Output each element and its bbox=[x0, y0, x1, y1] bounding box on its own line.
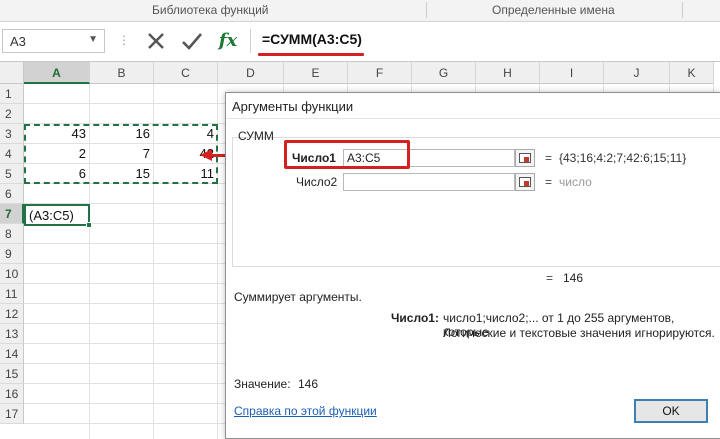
annotation-arrow-head bbox=[200, 149, 212, 161]
ribbon-strip: Библиотека функций Определенные имена bbox=[0, 0, 720, 22]
row-header-4[interactable]: 4 bbox=[0, 144, 24, 164]
enter-formula-button[interactable] bbox=[178, 28, 206, 54]
column-header-d[interactable]: D bbox=[218, 62, 284, 84]
total-result: 146 bbox=[563, 271, 584, 285]
row-header-7[interactable]: 7 bbox=[0, 204, 24, 224]
arg1-highlight-annotation bbox=[284, 140, 410, 169]
active-cell-content: (A3:C5) bbox=[29, 208, 74, 223]
row-header-12[interactable]: 12 bbox=[0, 304, 24, 324]
column-header-i[interactable]: I bbox=[540, 62, 604, 84]
row-header-6[interactable]: 6 bbox=[0, 184, 24, 204]
column-header-b[interactable]: B bbox=[90, 62, 154, 84]
close-icon bbox=[148, 33, 164, 49]
row-header-14[interactable]: 14 bbox=[0, 344, 24, 364]
selection-marquee bbox=[24, 124, 218, 184]
column-header-k[interactable]: K bbox=[670, 62, 714, 84]
row-header-16[interactable]: 16 bbox=[0, 384, 24, 404]
column-header-e[interactable]: E bbox=[284, 62, 348, 84]
column-header-a[interactable]: A bbox=[24, 62, 90, 84]
drag-handle-icon[interactable]: ⋮ bbox=[118, 33, 130, 47]
dialog-title: Аргументы функции bbox=[232, 99, 354, 114]
column-header-c[interactable]: C bbox=[154, 62, 218, 84]
active-cell-a7[interactable]: (A3:C5) bbox=[24, 204, 92, 228]
ribbon-group-defined-names[interactable]: Определенные имена bbox=[492, 3, 615, 17]
insert-function-button[interactable]: fx bbox=[214, 28, 242, 54]
arg-description-line2: Логические и текстовые значения игнориру… bbox=[443, 326, 715, 340]
arg-description-label: Число1: bbox=[391, 311, 439, 325]
value-label: Значение: bbox=[234, 377, 291, 391]
checkmark-icon bbox=[182, 33, 202, 50]
value-result: 146 bbox=[298, 377, 319, 391]
arg1-collapse-button[interactable] bbox=[515, 149, 535, 167]
select-all-corner[interactable] bbox=[0, 62, 24, 84]
arg1-result: {43;16;4:2;7;42:6;15;11} bbox=[559, 151, 687, 165]
row-header-1[interactable]: 1 bbox=[0, 84, 24, 104]
row-header-13[interactable]: 13 bbox=[0, 324, 24, 344]
column-header-j[interactable]: J bbox=[604, 62, 670, 84]
row-header-3[interactable]: 3 bbox=[0, 124, 24, 144]
column-header-f[interactable]: F bbox=[348, 62, 412, 84]
dialog-title-bar[interactable]: Аргументы функции bbox=[226, 93, 720, 119]
cancel-formula-button[interactable] bbox=[142, 28, 170, 54]
row-header-8[interactable]: 8 bbox=[0, 224, 24, 244]
name-box-value: A3 bbox=[10, 34, 26, 49]
help-link[interactable]: Справка по этой функции bbox=[234, 404, 377, 418]
arg2-result: число bbox=[559, 175, 592, 189]
function-name: СУММ bbox=[238, 129, 274, 143]
row-header-2[interactable]: 2 bbox=[0, 104, 24, 124]
fill-handle[interactable] bbox=[86, 222, 92, 228]
arg2-collapse-button[interactable] bbox=[515, 173, 535, 191]
formula-bar: A3 ▼ ⋮ fx =СУММ(A3:C5) bbox=[0, 22, 720, 62]
arg2-equals: = bbox=[545, 175, 553, 189]
arg2-input[interactable] bbox=[343, 173, 515, 191]
arg1-equals: = bbox=[545, 151, 553, 165]
row-header-9[interactable]: 9 bbox=[0, 244, 24, 264]
row-header-5[interactable]: 5 bbox=[0, 164, 24, 184]
formula-underline-annotation bbox=[258, 53, 364, 56]
row-header-10[interactable]: 10 bbox=[0, 264, 24, 284]
name-box[interactable]: A3 ▼ bbox=[2, 29, 105, 53]
function-description: Суммирует аргументы. bbox=[234, 290, 362, 304]
arg2-label: Число2 bbox=[296, 175, 338, 189]
ribbon-group-function-library[interactable]: Библиотека функций bbox=[152, 3, 268, 17]
chevron-down-icon[interactable]: ▼ bbox=[88, 34, 98, 45]
total-equals: = bbox=[546, 271, 554, 285]
column-header-g[interactable]: G bbox=[412, 62, 476, 84]
row-header-17[interactable]: 17 bbox=[0, 404, 24, 424]
formula-input[interactable]: =СУММ(A3:C5) bbox=[262, 31, 362, 47]
column-header-h[interactable]: H bbox=[476, 62, 540, 84]
formula-separator bbox=[250, 29, 251, 53]
ok-button[interactable]: OK bbox=[634, 399, 708, 423]
row-header-15[interactable]: 15 bbox=[0, 364, 24, 384]
ribbon-separator bbox=[682, 2, 683, 18]
ribbon-separator bbox=[426, 2, 427, 18]
row-header-11[interactable]: 11 bbox=[0, 284, 24, 304]
